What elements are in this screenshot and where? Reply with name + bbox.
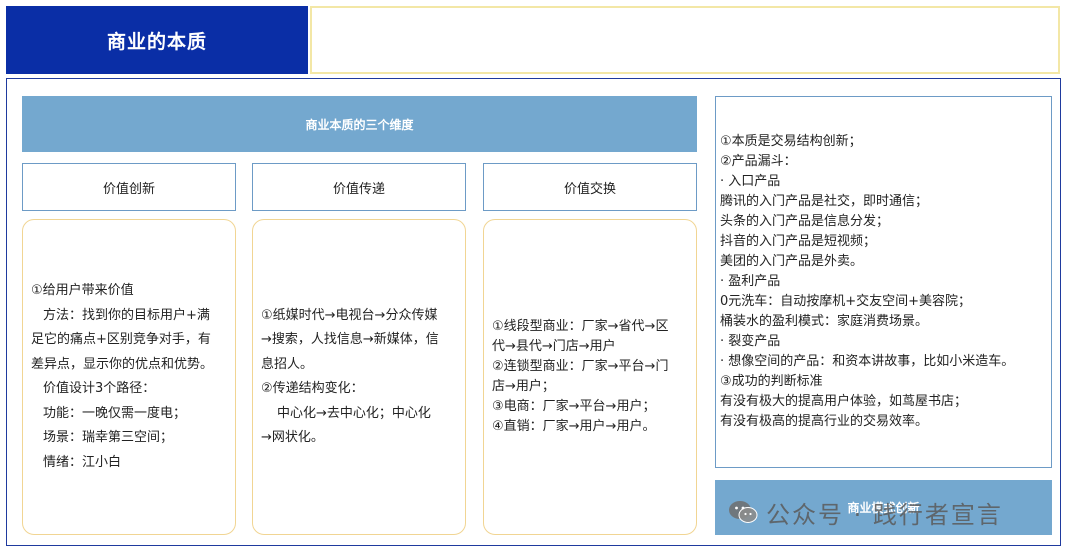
column-line: ②传递结构变化： [261,381,364,396]
column-header-value-delivery: 价值传递 [252,163,466,211]
column-header-value-creation: 价值创新 [22,163,236,211]
panel-line: 抖音的入门产品是短视频； [720,234,877,249]
page-title-text: 商业的本质 [106,30,207,53]
panel-line: · 入口产品 [720,174,781,189]
panel-line: 腾讯的入门产品是社交，即时通信； [720,194,929,209]
column-line: 差异点，显示你的优点和优势。 [31,356,214,372]
wechat-icon [729,501,758,523]
panel-line: 0元洗车：自动按摩机+交友空间+美容院； [720,294,972,309]
panel-line: 有没有极大的提高用户体验，如茑屋书店； [720,394,968,409]
column-body-value-delivery: ①纸媒时代→电视台→分众传媒 →搜索，人找信息→新媒体，信 息招人。 ②传递结构… [252,219,466,535]
column-header-value-exchange: 价值交换 [483,163,697,211]
column-line: 足它的痛点+区别竞争对手，有 [31,332,211,347]
column-line: ②连锁型商业：厂家→平台→门 [492,359,669,374]
column-line: ④直销：厂家→用户→用户。 [492,419,656,434]
watermark-text: 公众号 · 践行者宣言 [766,500,1003,529]
column-line: 功能：一晚仅需一度电； [43,405,187,421]
panel-line: · 裂变产品 [720,334,781,349]
column-line: 息招人。 [261,356,314,372]
column-line: 中心化→去中心化；中心化 [277,405,431,421]
panel-line: ③成功的判断标准 [720,374,823,389]
column-line: ①纸媒时代→电视台→分众传媒 [261,307,438,323]
column-header-label: 价值交换 [563,181,616,197]
column-line: →网状化。 [261,430,324,445]
panel-line: 有没有极高的提高行业的交易效率。 [720,414,929,429]
column-header-label: 价值传递 [332,181,385,197]
column-line: 店→用户； [492,379,555,394]
column-line: →搜索，人找信息→新媒体，信 [261,332,439,347]
column-line: ③电商：厂家→平台→用户； [492,399,656,414]
column-line: 价值设计3个路径： [43,381,156,396]
dimensions-banner-text: 商业本质的三个维度 [305,117,414,132]
column-line: 情绪：江小白 [43,454,122,470]
panel-line: · 盈利产品 [720,274,781,289]
panel-line: 头条的入门产品是信息分发； [720,214,890,229]
dimensions-banner: 商业本质的三个维度 [22,96,697,152]
column-body-value-creation: ①给用户带来价值 方法：找到你的目标用户+满 足它的痛点+区别竞争对手，有 差异… [22,219,236,535]
column-line: 代→县代→门店→用户 [492,339,616,354]
column-line: ①给用户带来价值 [31,283,134,298]
title-bar-blank [310,6,1060,74]
panel-line: 桶装水的盈利模式：家庭消费场景。 [720,314,929,329]
column-header-label: 价值创新 [102,181,155,197]
page-title: 商业的本质 [6,6,308,74]
column-line: 方法：找到你的目标用户+满 [43,307,210,323]
panel-line: ②产品漏斗： [720,154,797,169]
column-line: ①线段型商业：厂家→省代→区 [492,319,669,334]
column-line: 场景：瑞幸第三空间； [43,430,174,445]
watermark: 公众号 · 践行者宣言 [728,496,1003,529]
business-model-panel: ①本质是交易结构创新； ②产品漏斗： · 入口产品 腾讯的入门产品是社交，即时通… [715,96,1052,468]
panel-line: ①本质是交易结构创新； [720,134,862,149]
panel-line: · 想像空间的产品：和资本讲故事，比如小米造车。 [720,354,1015,369]
column-body-value-exchange: ①线段型商业：厂家→省代→区 代→县代→门店→用户 ②连锁型商业：厂家→平台→门… [483,219,697,535]
panel-line: 美团的入门产品是外卖。 [720,254,864,269]
